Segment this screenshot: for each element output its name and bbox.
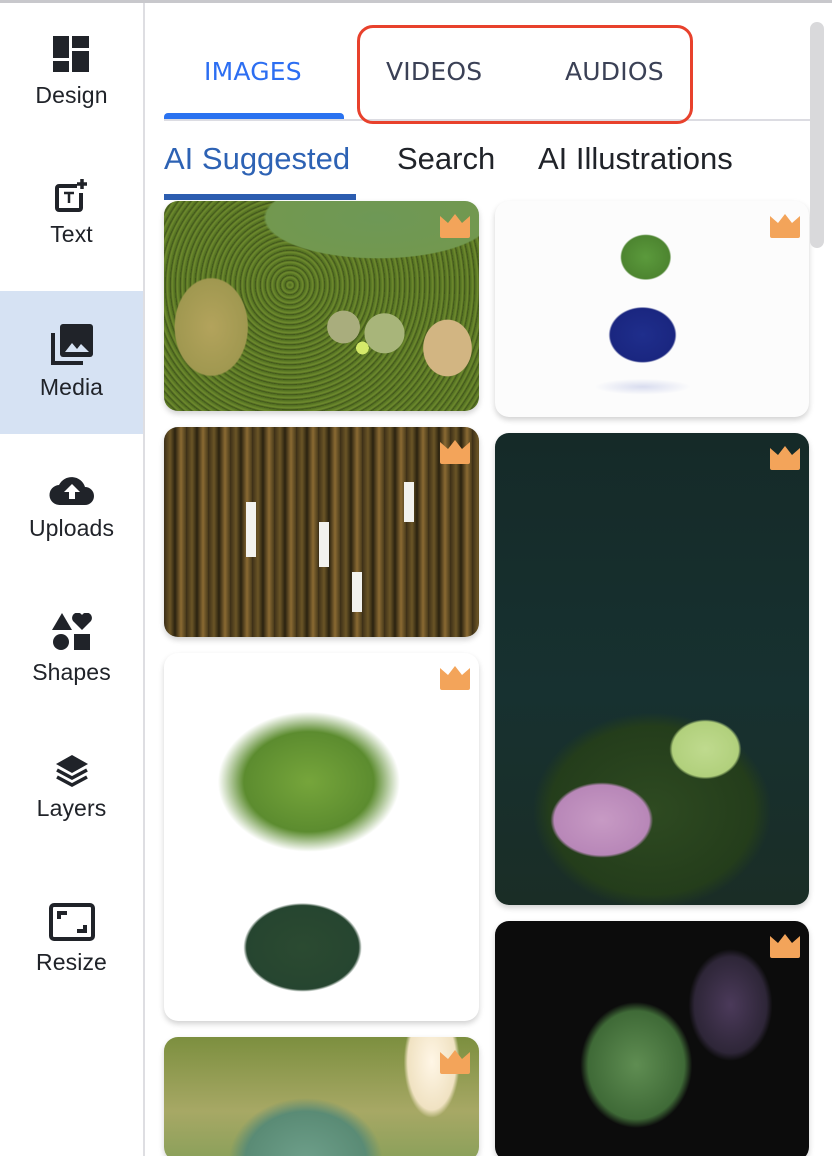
media-photo-library-icon (50, 324, 93, 366)
tab-videos[interactable]: VIDEOS (386, 57, 482, 86)
subtab-ai-illustrations[interactable]: AI Illustrations (538, 141, 733, 177)
image-detail (404, 482, 414, 522)
crown-icon (440, 214, 470, 238)
subtab-ai-suggested[interactable]: AI Suggested (164, 141, 350, 177)
design-grid-icon (52, 36, 91, 74)
shapes-icon (51, 613, 92, 651)
sidebar-item-label: Text (50, 221, 93, 247)
sidebar-item-label: Shapes (32, 659, 111, 685)
image-card[interactable] (495, 201, 809, 417)
active-subtab-indicator (164, 194, 356, 200)
sidebar-item-label: Resize (36, 949, 107, 975)
image-source-subtabs: AI Suggested Search AI Illustrations (164, 141, 804, 201)
scrollbar-thumb[interactable] (810, 22, 824, 248)
crown-icon (440, 440, 470, 464)
crown-icon (770, 934, 800, 958)
media-panel: IMAGES VIDEOS AUDIOS AI Suggested Search… (145, 3, 832, 1156)
image-detail (319, 522, 329, 567)
cloud-upload-icon (48, 473, 96, 507)
sidebar-item-layers[interactable]: Layers (0, 755, 143, 865)
image-card[interactable] (164, 653, 479, 1021)
image-card[interactable] (164, 427, 479, 637)
sidebar-item-label: Media (39, 374, 104, 400)
layers-icon (55, 755, 89, 787)
sidebar-item-text[interactable]: Text (0, 179, 143, 289)
sidebar-item-label: Uploads (28, 515, 115, 541)
sidebar-item-label: Layers (36, 795, 107, 821)
sidebar-item-label: Design (35, 82, 108, 108)
sidebar-item-resize[interactable]: Resize (0, 903, 143, 1013)
subtab-search[interactable]: Search (397, 141, 495, 177)
sidebar-item-shapes[interactable]: Shapes (0, 613, 143, 723)
image-card[interactable] (495, 921, 809, 1156)
crown-icon (440, 1050, 470, 1074)
image-card[interactable] (164, 1037, 479, 1156)
image-card[interactable] (164, 201, 479, 411)
crown-icon (440, 666, 470, 690)
image-detail (246, 502, 256, 557)
crown-icon (770, 446, 800, 470)
tab-images[interactable]: IMAGES (204, 57, 302, 86)
sidebar-item-uploads[interactable]: Uploads (0, 473, 143, 583)
tab-audios[interactable]: AUDIOS (565, 57, 664, 86)
image-detail (352, 572, 362, 612)
crown-icon (770, 214, 800, 238)
resize-icon (48, 903, 95, 941)
text-add-icon (54, 179, 89, 213)
sidebar-item-media[interactable]: Media (0, 291, 143, 434)
sidebar-item-design[interactable]: Design (0, 36, 143, 146)
tabs-divider (164, 119, 810, 121)
media-type-tabs: IMAGES VIDEOS AUDIOS (164, 3, 796, 121)
sidebar: Design Text Media Uploads Shapes Layers (0, 3, 143, 1156)
image-card[interactable] (495, 433, 809, 905)
